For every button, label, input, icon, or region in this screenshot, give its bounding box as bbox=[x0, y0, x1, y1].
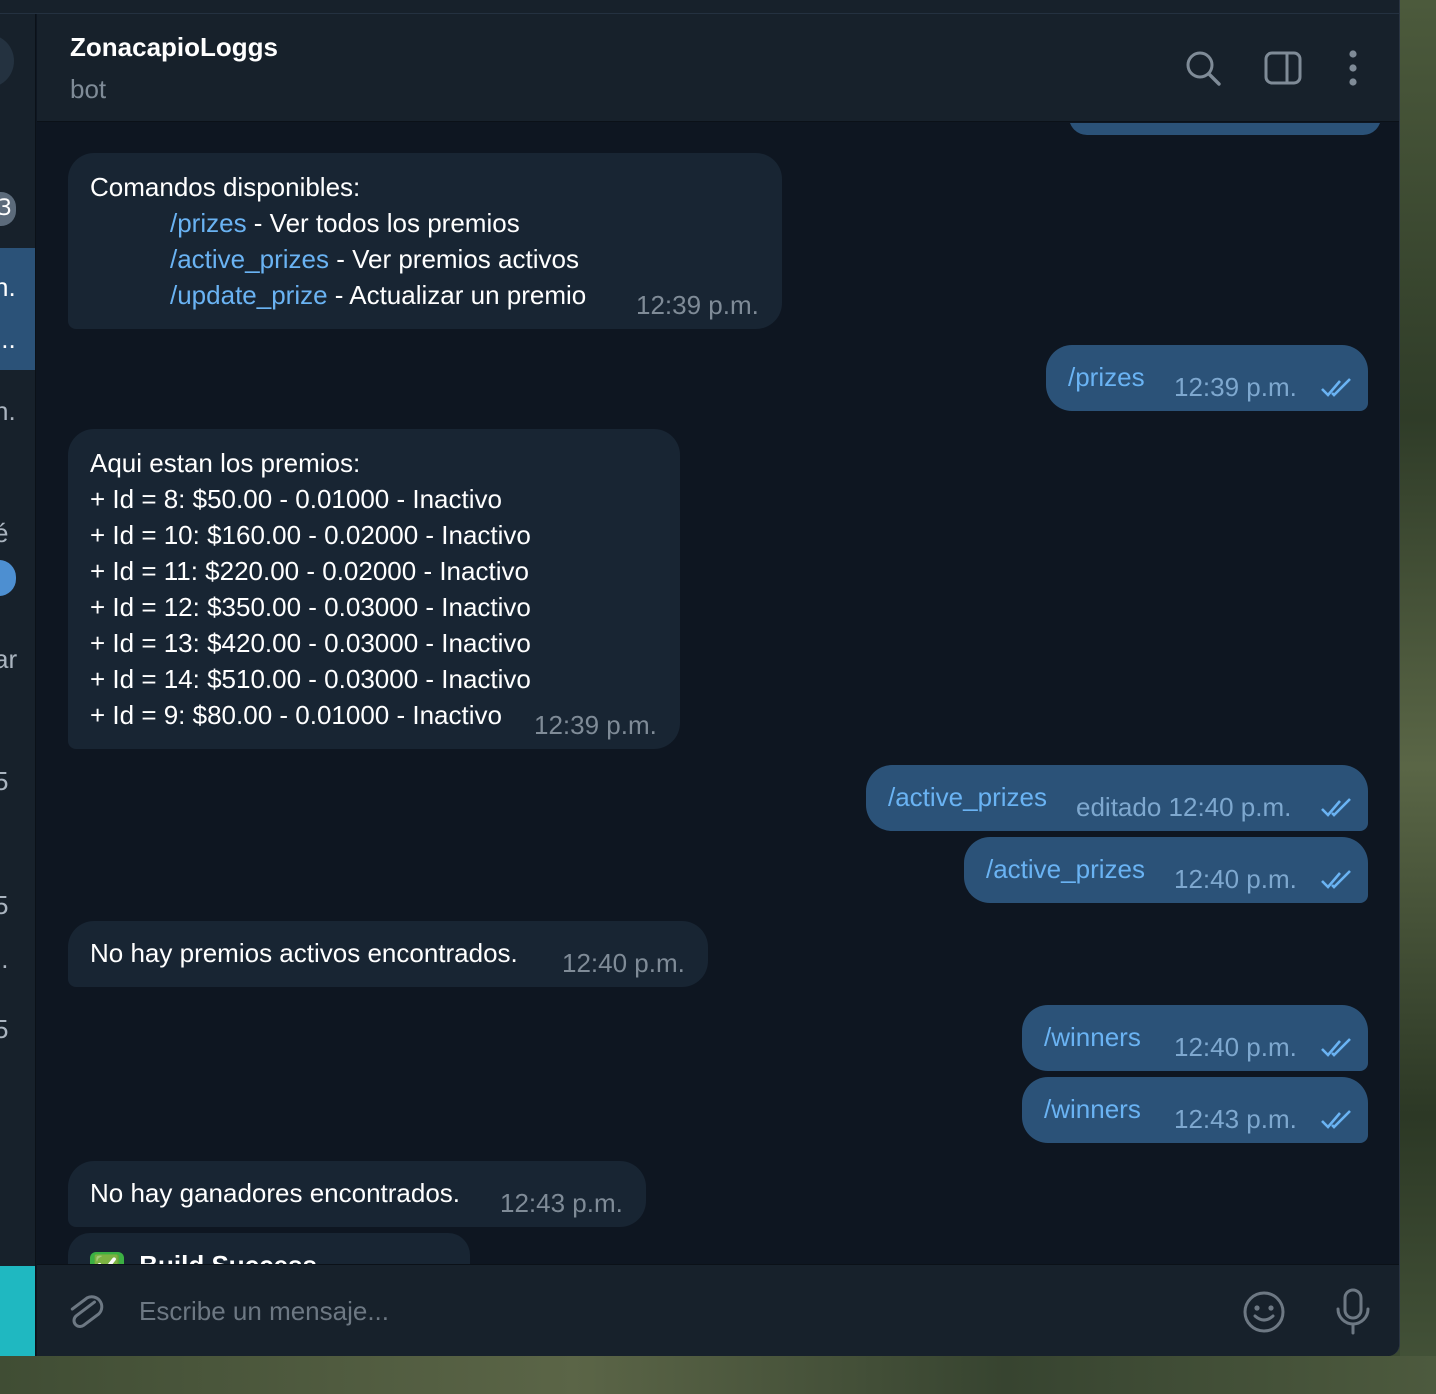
message-bubble-partial bbox=[1069, 123, 1381, 135]
double-check-icon bbox=[1321, 378, 1351, 397]
message-bubble-outgoing[interactable]: /winners 12:43 p.m. bbox=[1022, 1077, 1368, 1143]
message-input[interactable] bbox=[139, 1289, 1219, 1333]
chat-list-fragment: 5 bbox=[0, 1014, 8, 1045]
message-text: + Id = 14: $510.00 - 0.03000 - Inactivo bbox=[90, 664, 531, 694]
attach-icon[interactable] bbox=[63, 1289, 109, 1335]
command-desc: - Ver todos los premios bbox=[246, 208, 520, 238]
message-bubble-outgoing[interactable]: /winners 12:40 p.m. bbox=[1022, 1005, 1368, 1071]
unread-badge: 3 bbox=[0, 192, 16, 226]
command-desc: - Actualizar un premio bbox=[327, 280, 587, 310]
double-check-icon bbox=[1321, 798, 1351, 817]
microphone-icon[interactable] bbox=[1331, 1287, 1375, 1337]
message-text: Comandos disponibles: bbox=[90, 172, 361, 202]
command-line: /update_prize - Actualizar un premio bbox=[170, 277, 586, 313]
message-text: ✅ Build Success bbox=[90, 1247, 317, 1264]
search-icon[interactable] bbox=[1183, 48, 1223, 88]
message-bubble-incoming-partial[interactable]: ✅ Build Success bbox=[68, 1233, 470, 1264]
double-check-icon bbox=[1321, 870, 1351, 889]
command-link[interactable]: /active_prizes bbox=[170, 244, 329, 274]
message-time: 12:40 p.m. bbox=[1174, 864, 1297, 894]
command-link[interactable]: /winners bbox=[1044, 1091, 1141, 1127]
more-vertical-icon[interactable] bbox=[1333, 48, 1373, 88]
double-check-icon bbox=[1321, 1038, 1351, 1057]
unread-pill bbox=[0, 560, 16, 596]
chat-list-fragment: . bbox=[0, 700, 1, 731]
command-link[interactable]: /update_prize bbox=[170, 280, 328, 310]
desktop-wallpaper-bottom bbox=[0, 1356, 1436, 1394]
message-text: No hay premios activos encontrados. bbox=[90, 938, 518, 968]
message-bubble-outgoing[interactable]: /active_prizes 12:40 p.m. bbox=[964, 837, 1368, 903]
message-text: + Id = 13: $420.00 - 0.03000 - Inactivo bbox=[90, 628, 531, 658]
chat-list-fragment: .. bbox=[0, 944, 9, 974]
message-text: Aqui estan los premios: bbox=[90, 448, 361, 478]
message-bubble-outgoing[interactable]: /prizes 12:39 p.m. bbox=[1046, 345, 1368, 411]
chat-list-fragment: 5 bbox=[0, 766, 8, 797]
command-link[interactable]: /prizes bbox=[1068, 359, 1145, 395]
message-time: 12:40 p.m. bbox=[562, 948, 685, 978]
message-text: + Id = 11: $220.00 - 0.02000 - Inactivo bbox=[90, 556, 529, 586]
chat-list[interactable]: 3 n. ... n. é ar . 5 5 .. 5 bbox=[0, 14, 36, 1356]
chat-list-fragment: 5 bbox=[0, 890, 8, 921]
build-status: Build Success bbox=[139, 1250, 317, 1264]
window-titlebar bbox=[0, 0, 1399, 14]
chat-list-fragment: ... bbox=[0, 324, 16, 354]
message-bubble-incoming[interactable]: No hay ganadores encontrados. 12:43 p.m. bbox=[68, 1161, 646, 1227]
message-time: 12:39 p.m. bbox=[636, 290, 759, 320]
message-bubble-incoming[interactable]: Comandos disponibles: /prizes - Ver todo… bbox=[68, 153, 782, 329]
message-time: 12:43 p.m. bbox=[500, 1188, 623, 1218]
message-composer bbox=[37, 1264, 1399, 1356]
message-text: No hay ganadores encontrados. bbox=[90, 1178, 461, 1208]
message-time: editado 12:40 p.m. bbox=[1076, 792, 1292, 822]
message-time: 12:40 p.m. bbox=[1174, 1032, 1297, 1062]
message-bubble-incoming[interactable]: Aqui estan los premios: + Id = 8: $50.00… bbox=[68, 429, 680, 749]
message-time: 12:43 p.m. bbox=[1174, 1104, 1297, 1134]
chat-list-fragment: n. bbox=[0, 272, 16, 302]
message-text: + Id = 12: $350.00 - 0.03000 - Inactivo bbox=[90, 592, 531, 622]
chat-title[interactable]: ZonacapioLoggs bbox=[70, 32, 278, 63]
chat-list-fragment: n. bbox=[0, 396, 16, 426]
message-bubble-incoming[interactable]: No hay premios activos encontrados. 12:4… bbox=[68, 921, 708, 987]
avatar[interactable] bbox=[0, 34, 14, 88]
message-text: + Id = 9: $80.00 - 0.01000 - Inactivo bbox=[90, 700, 502, 730]
chat-status: bot bbox=[70, 74, 107, 104]
sidebar-toggle-icon[interactable] bbox=[1263, 48, 1303, 88]
command-line: /prizes - Ver todos los premios bbox=[170, 205, 520, 241]
chat-list-fragment: ar bbox=[0, 644, 18, 674]
command-link[interactable]: /active_prizes bbox=[986, 851, 1145, 887]
chat-list-accent[interactable] bbox=[0, 1266, 35, 1356]
command-desc: - Ver premios activos bbox=[328, 244, 579, 274]
double-check-icon bbox=[1321, 1110, 1351, 1129]
command-link[interactable]: /prizes bbox=[170, 208, 247, 238]
message-list[interactable]: Comandos disponibles: /prizes - Ver todo… bbox=[37, 123, 1399, 1264]
message-bubble-outgoing[interactable]: /active_prizes editado 12:40 p.m. bbox=[866, 765, 1368, 831]
command-line: /active_prizes - Ver premios activos bbox=[170, 241, 579, 277]
chat-list-fragment: é bbox=[0, 518, 8, 549]
message-text: + Id = 8: $50.00 - 0.01000 - Inactivo bbox=[90, 484, 502, 514]
message-time: 12:39 p.m. bbox=[534, 710, 657, 740]
checkmark-emoji: ✅ bbox=[90, 1252, 124, 1264]
desktop-wallpaper bbox=[1400, 0, 1436, 1394]
telegram-window: 3 n. ... n. é ar . 5 5 .. 5 ZonacapioLog… bbox=[0, 0, 1400, 1356]
emoji-icon[interactable] bbox=[1241, 1289, 1287, 1335]
command-link[interactable]: /winners bbox=[1044, 1019, 1141, 1055]
chat-header: ZonacapioLoggs bot bbox=[37, 14, 1399, 122]
command-link[interactable]: /active_prizes bbox=[888, 779, 1047, 815]
message-time: 12:39 p.m. bbox=[1174, 372, 1297, 402]
message-text: + Id = 10: $160.00 - 0.02000 - Inactivo bbox=[90, 520, 531, 550]
